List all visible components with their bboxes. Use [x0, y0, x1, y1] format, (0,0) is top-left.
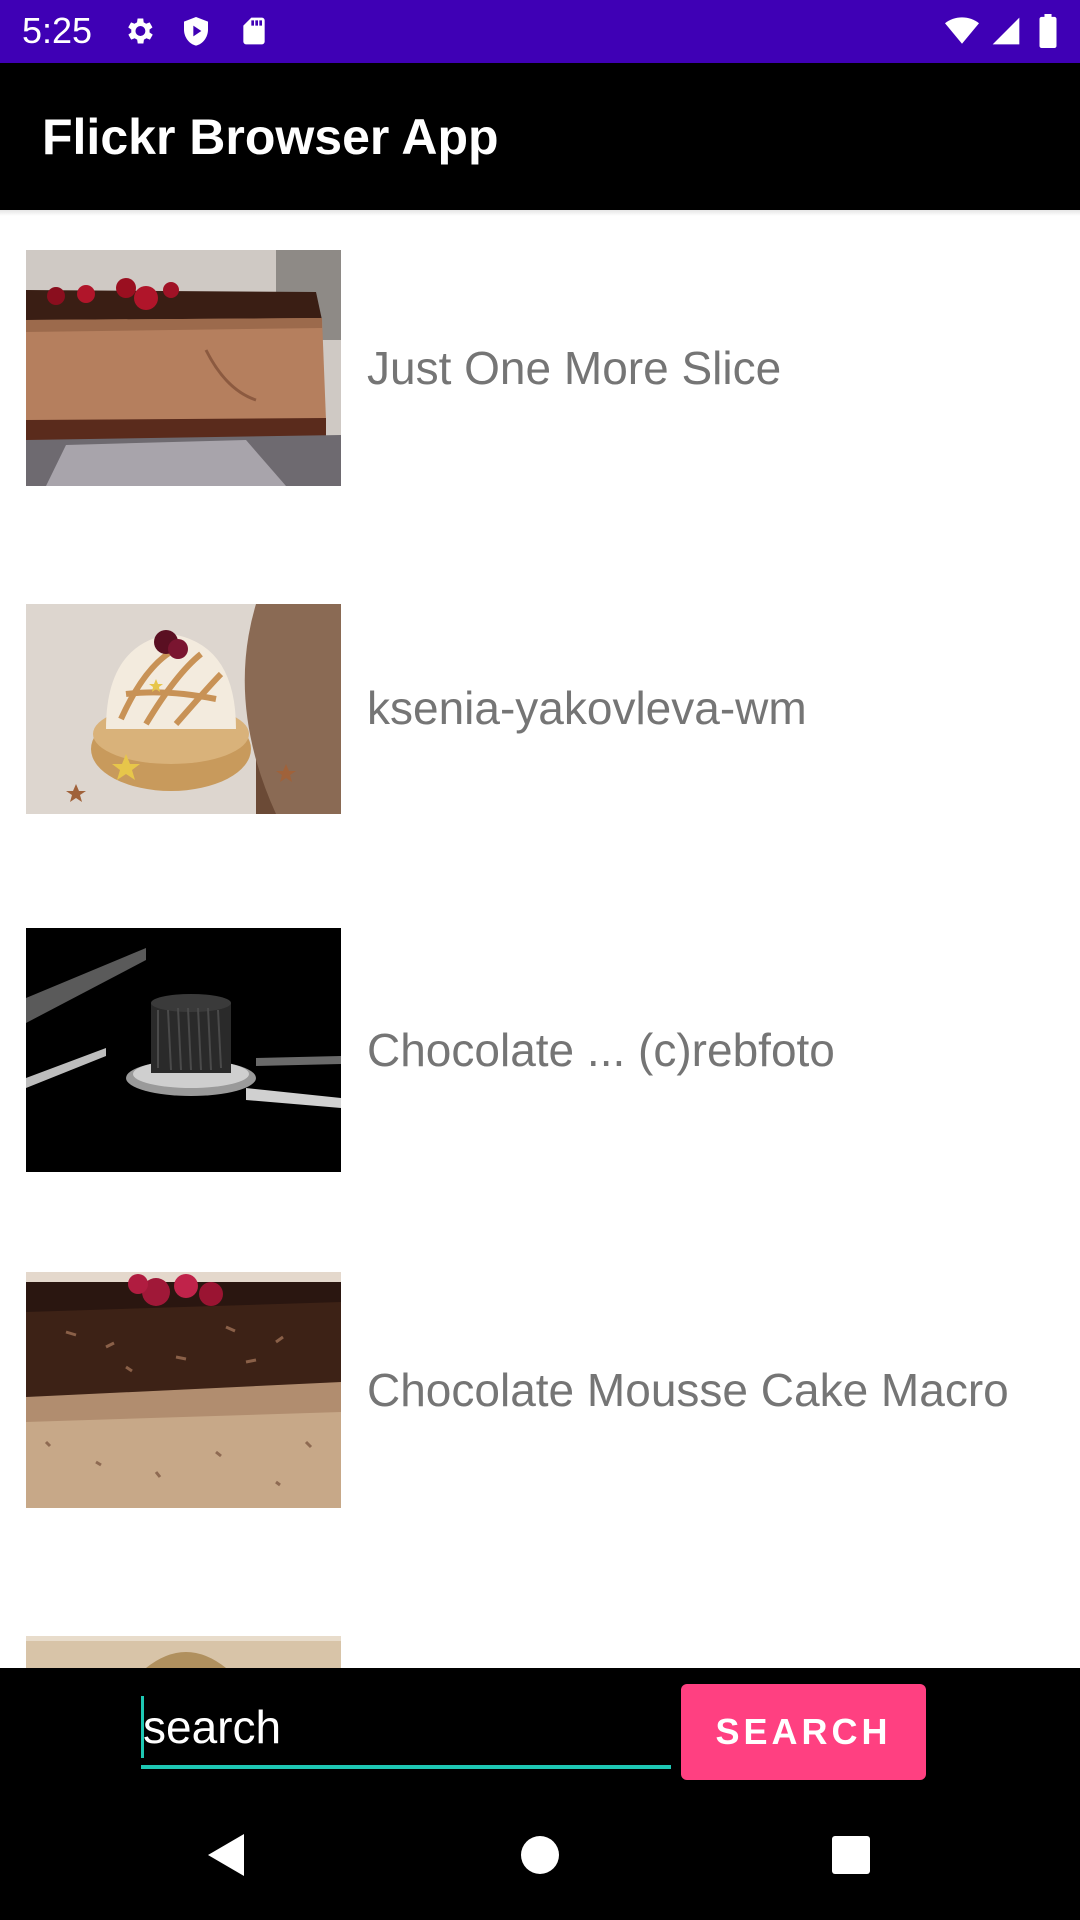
photo-title: Chocolate ... (c)rebfoto	[367, 1024, 835, 1076]
list-item[interactable]: ksenia-yakovleva-wm	[0, 604, 1080, 814]
app-title: Flickr Browser App	[42, 109, 499, 165]
play-protect-icon	[184, 17, 208, 46]
photo-title: Chocolate Mousse Cake Macro	[367, 1364, 1009, 1416]
photo-thumbnail	[26, 928, 341, 1172]
search-input[interactable]	[141, 1698, 671, 1756]
photo-thumbnail	[26, 1272, 341, 1508]
photo-list[interactable]: Just One More Slice ksenia-yakovleva-wm …	[0, 216, 1080, 1668]
sd-card-icon	[243, 17, 265, 45]
screen: 5:25 Flickr Browser App Just One More Sl…	[0, 0, 1080, 1920]
battery-icon	[1039, 14, 1057, 48]
recents-icon[interactable]	[816, 1820, 886, 1890]
photo-thumbnail	[26, 1636, 341, 1668]
list-item[interactable]	[0, 1636, 1080, 1668]
home-icon[interactable]	[505, 1820, 575, 1890]
photo-thumbnail	[26, 604, 341, 814]
wifi-icon	[945, 17, 979, 44]
list-item[interactable]: Chocolate ... (c)rebfoto	[0, 928, 1080, 1172]
list-item[interactable]: Chocolate Mousse Cake Macro	[0, 1272, 1080, 1508]
list-item[interactable]: Just One More Slice	[0, 250, 1080, 486]
settings-gear-icon	[128, 18, 153, 44]
navigation-bar	[0, 1788, 1080, 1920]
app-bar: Flickr Browser App	[0, 63, 1080, 210]
photo-thumbnail	[26, 250, 341, 486]
photo-title: Just One More Slice	[367, 342, 782, 394]
back-icon[interactable]	[192, 1820, 262, 1890]
text-cursor	[141, 1696, 144, 1758]
search-button[interactable]: SEARCH	[681, 1684, 926, 1780]
cell-signal-icon	[992, 17, 1020, 45]
search-input-underline	[141, 1765, 671, 1769]
search-bar: SEARCH	[0, 1668, 1080, 1788]
photo-title: ksenia-yakovleva-wm	[367, 682, 807, 734]
status-bar: 5:25	[0, 0, 1080, 63]
status-time: 5:25	[22, 10, 93, 51]
